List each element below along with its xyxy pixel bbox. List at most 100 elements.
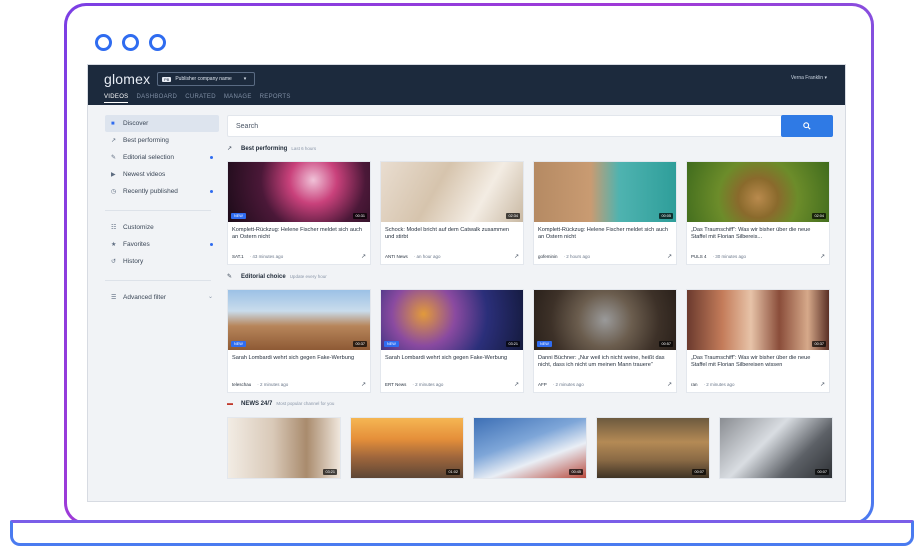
video-meta: ERT News · 2 minutes ago ↗ [381,378,523,392]
trend-icon: ↗ [360,382,366,388]
pencil-icon: ✎ [111,155,117,161]
top-bar: glomex PB Publisher company name ▾ Verna… [88,65,845,105]
search-input[interactable]: Search [227,115,833,137]
sidebar-item-editorial-selection[interactable]: ✎ Editorial selection [105,149,219,166]
clock-icon: ◷ [111,189,117,195]
video-source: gofeminin [538,254,558,259]
sidebar-item-customize[interactable]: ☷ Customize [105,219,219,236]
sidebar-item-recently-published[interactable]: ◷ Recently published [105,183,219,200]
filter-icon: ☰ [111,295,117,301]
video-thumbnail[interactable]: 00:07 [596,417,710,479]
sidebar-item-favorites[interactable]: ★ Favorites [105,236,219,253]
duration-badge: 00:37 [353,341,367,347]
trend-icon: ↗ [227,146,233,152]
search-button[interactable] [781,115,833,137]
video-title: Komplett-Rückzug: Helene Fischer meldet … [538,227,668,240]
main-content: Search ↗ Best performing Last 6 hours NE… [227,115,833,479]
video-meta: teleschau · 2 minutes ago ↗ [228,378,370,392]
duration-badge: 02:04 [812,213,826,219]
window-dots [95,34,166,51]
video-row: NEW 00:37 Sarah Lombardi wehrt sich gege… [227,289,833,393]
video-card[interactable]: NEW 03:21 Sarah Lombardi wehrt sich gege… [380,289,524,393]
video-card[interactable]: NEW 00:37 Sarah Lombardi wehrt sich gege… [227,289,371,393]
video-thumbnail[interactable]: 01:02 [350,417,464,479]
video-card[interactable]: 00:05 Komplett-Rückzug: Helene Fischer m… [533,161,677,265]
duration-badge: 00:05 [659,213,673,219]
video-meta: SAT.1 · 43 minutes ago ↗ [228,250,370,264]
sidebar-item-history[interactable]: ↺ History [105,253,219,270]
video-source: AFP [538,382,547,387]
new-indicator-dot [210,156,213,159]
video-thumbnail[interactable]: 03:21 [227,417,341,479]
sidebar-item-best-performing[interactable]: ↗ Best performing [105,132,219,149]
laptop-base [10,520,914,546]
video-source: ANTI News [385,254,408,259]
trend-icon: ↗ [360,254,366,260]
section-subtitle: Update every hour [289,274,327,279]
duration-badge: 00:31 [353,213,367,219]
trend-icon: ↗ [819,382,825,388]
video-title: Danni Büchner: „Nur weil ich nicht weine… [538,355,665,368]
new-indicator-dot [210,190,213,193]
video-card[interactable]: NEW 00:31 Komplett-Rückzug: Helene Fisch… [227,161,371,265]
main-tabs: VIDEOS DASHBOARD CURATED MANAGE REPORTS [104,94,291,103]
search-icon [803,122,811,130]
section-subtitle: Last 6 hours [291,146,317,151]
window-dot [95,34,112,51]
sidebar-item-discover[interactable]: ■ Discover [105,115,219,132]
video-meta: PULS 4 · 30 minutes ago ↗ [687,250,829,264]
user-menu[interactable]: Verna Franklin ▾ [791,75,827,81]
sidebar-item-newest-videos[interactable]: ▶ Newest videos [105,166,219,183]
trend-icon: ↗ [666,382,672,388]
video-time: · 2 minutes ago [257,382,289,387]
video-thumbnail[interactable]: 00:45 [473,417,587,479]
video-title: „Das Traumschiff“: Was wir bisher über d… [691,355,811,368]
brand-logo[interactable]: glomex [104,71,150,87]
section-header-editorial-choice: ✎ Editorial choice Update every hour [227,273,833,285]
section-header-best-performing: ↗ Best performing Last 6 hours [227,145,833,157]
video-card[interactable]: 02:04 „Das Traumschiff“: Was wir bisher … [686,161,830,265]
discover-icon: ■ [111,120,115,127]
publisher-badge: PB [162,76,172,82]
tab-curated[interactable]: CURATED [185,94,216,103]
tab-manage[interactable]: MANAGE [224,94,252,103]
section-subtitle: Most popular channel for you [276,401,335,406]
tab-reports[interactable]: REPORTS [260,94,291,103]
sidebar-item-label: Best performing [123,137,169,144]
video-card[interactable]: NEW 00:57 Danni Büchner: „Nur weil ich n… [533,289,677,393]
duration-badge: 00:57 [659,341,673,347]
tab-dashboard[interactable]: DASHBOARD [136,94,177,103]
tab-videos[interactable]: VIDEOS [104,94,129,103]
search-placeholder: Search [236,123,259,130]
new-badge: NEW [231,213,246,219]
new-badge: NEW [384,341,399,347]
video-time: · 2 minutes ago [552,382,584,387]
video-thumbnail: 00:05 [534,162,676,222]
video-title: Sarah Lombardi wehrt sich gegen Fake-Wer… [385,355,508,361]
duration-badge: 00:07 [815,469,829,475]
duration-badge: 02:34 [506,213,520,219]
video-card[interactable]: 02:34 Schock: Model bricht auf dem Catwa… [380,161,524,265]
video-title: „Das Traumschiff“: Was wir bisher über d… [691,227,811,240]
video-time: · 2 minutes ago [412,382,444,387]
video-thumbnail: NEW 00:31 [228,162,370,222]
sidebar-item-label: Newest videos [123,171,166,178]
video-time: · 30 minutes ago [712,254,747,259]
video-title: Sarah Lombardi wehrt sich gegen Fake-Wer… [232,355,355,361]
sidebar-item-label: History [123,258,144,265]
user-name: Verna Franklin [790,75,824,81]
sidebar-item-advanced-filter[interactable]: ☰ Advanced filter ⌄ [105,289,219,306]
history-icon: ↺ [111,259,117,265]
pencil-icon: ✎ [227,274,233,280]
trend-icon: ↗ [666,254,672,260]
publisher-select[interactable]: PB Publisher company name ▾ [157,72,256,86]
video-thumbnail[interactable]: 00:07 [719,417,833,479]
sidebar-item-label: Advanced filter [123,294,166,301]
video-thumbnail: NEW 00:37 [228,290,370,350]
video-card[interactable]: 00:37 „Das Traumschiff“: Was wir bisher … [686,289,830,393]
video-title: Komplett-Rückzug: Helene Fischer meldet … [232,227,362,240]
video-thumbnail: 02:34 [381,162,523,222]
sidebar-item-label: Editorial selection [123,154,174,161]
duration-badge: 00:07 [692,469,706,475]
section-title: Editorial choice [241,274,286,280]
